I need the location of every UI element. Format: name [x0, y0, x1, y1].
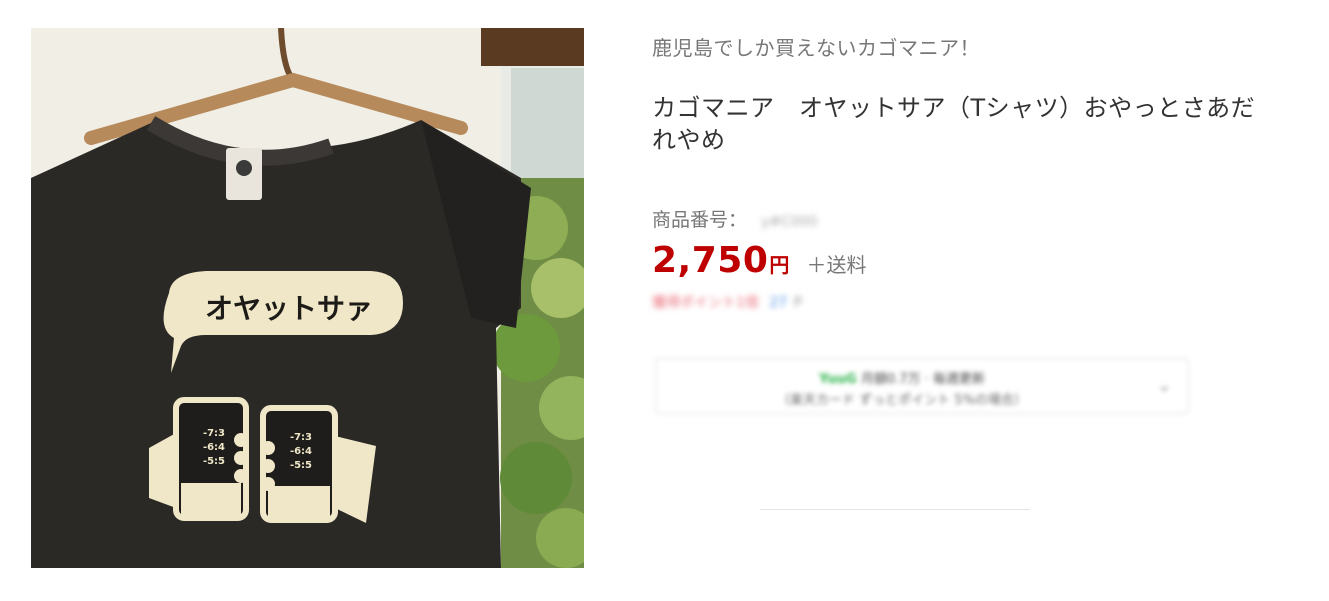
shipping-label: ＋送料 — [806, 253, 867, 277]
payment-plan-line-1: YuuG 月額0.7万 · 毎週更新 — [656, 368, 1148, 387]
price-unit: 円 — [769, 253, 790, 277]
mug-left-line-3: -5:5 — [203, 456, 225, 467]
payment-plan-brand: YuuG — [819, 372, 857, 387]
mug-right-line-2: -6:4 — [290, 446, 312, 457]
points-row: 獲得ポイント1倍 27 P — [652, 292, 802, 312]
product-code-row: 商品番号： y#C000 — [652, 205, 818, 232]
divider — [760, 509, 1030, 510]
payment-plan-select[interactable]: YuuG 月額0.7万 · 毎週更新 （楽天カード ずっとポイント 5%の場合）… — [655, 358, 1189, 414]
price-amount: 2,750 — [652, 240, 769, 281]
product-code-value: y#C000 — [761, 214, 818, 230]
points-value: 27 — [769, 295, 788, 311]
product-image[interactable]: オヤットサァ -7:3 -6:4 -5:5 -7:3 -6:4 -5:5 — [31, 28, 584, 568]
mug-left-line-1: -7:3 — [203, 428, 225, 439]
product-title: カゴマニア オヤットサア（Tシャツ）おやっとさあだれやめ — [652, 94, 1256, 154]
product-code-label: 商品番号： — [652, 209, 748, 231]
mug-right-line-3: -5:5 — [290, 460, 312, 471]
points-unit: P — [793, 295, 803, 311]
product-page: オヤットサァ -7:3 -6:4 -5:5 -7:3 -6:4 -5:5 鹿児島… — [0, 0, 1329, 601]
chevron-down-icon[interactable]: ⌄ — [1157, 375, 1172, 396]
mug-left-line-2: -6:4 — [203, 442, 225, 453]
payment-plan-line-2: （楽天カード ずっとポイント 5%の場合） — [777, 393, 1027, 408]
shirt-print-text: オヤットサァ — [205, 292, 373, 325]
price-row: 2,750円 ＋送料 — [652, 240, 866, 281]
shop-tagline: 鹿児島でしか買えないカゴマニア！ — [652, 36, 980, 60]
mug-right-line-1: -7:3 — [290, 432, 312, 443]
points-label: 獲得ポイント1倍 — [652, 295, 759, 311]
payment-plan-text: 月額0.7万 · 毎週更新 — [860, 372, 985, 387]
